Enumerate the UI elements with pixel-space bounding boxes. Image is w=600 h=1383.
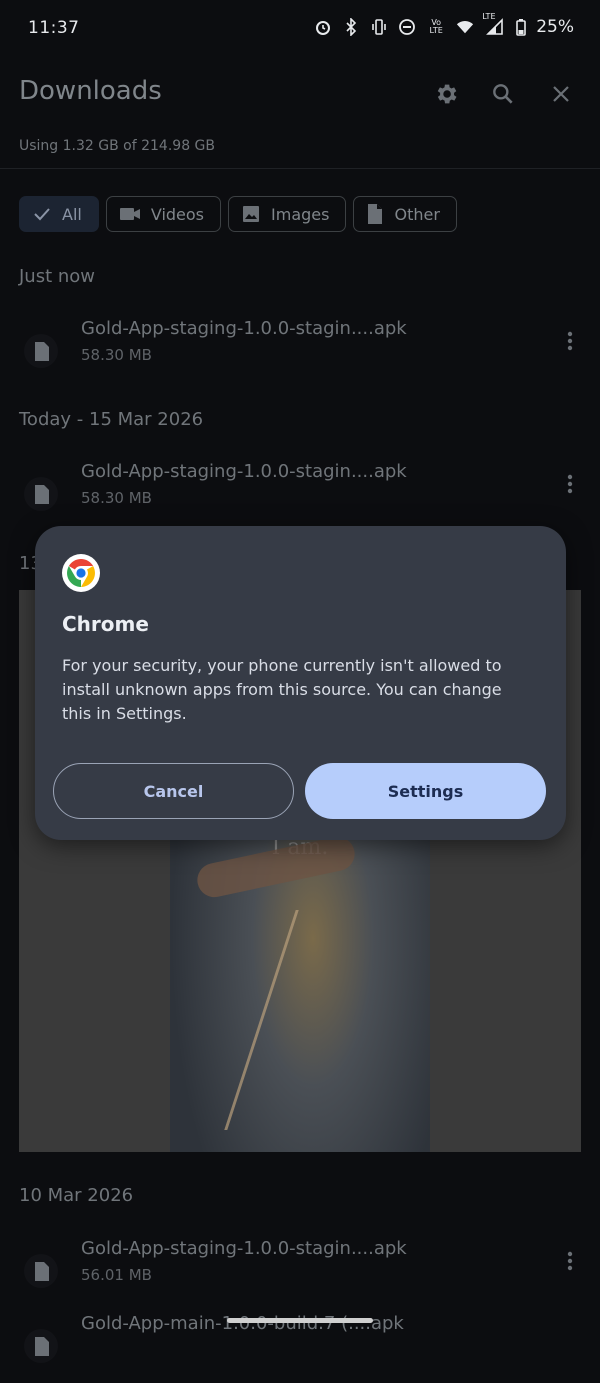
lte-signal-icon: LTE [482,12,506,36]
chip-label: Other [394,204,440,224]
status-bar: 11:37 Vo LTE LTE 25% [0,0,600,60]
file-name: Gold-App-staging-1.0.0-stagin....apk [81,1238,407,1259]
settings-icon[interactable] [430,78,462,110]
dnd-icon [398,18,416,36]
chrome-icon [62,554,100,592]
file-size: 58.30 MB [81,489,152,507]
more-vert-icon[interactable] [556,469,584,499]
home-indicator[interactable] [227,1318,373,1323]
search-icon[interactable] [487,78,519,110]
status-time: 11:37 [28,18,80,38]
file-size: 56.01 MB [81,1266,152,1284]
list-item[interactable]: Gold-App-main-1.0.0-build.7 (....apk [0,1313,600,1383]
section-heading: Just now [19,266,96,287]
file-icon [24,1254,58,1288]
check-icon [34,208,50,221]
chip-all[interactable]: All [19,196,99,232]
more-vert-icon[interactable] [556,1246,584,1276]
file-name: Gold-App-staging-1.0.0-stagin....apk [81,461,407,482]
file-icon [24,334,58,368]
chip-other[interactable]: Other [353,196,457,232]
image-icon [243,206,260,222]
list-item[interactable]: Gold-App-staging-1.0.0-stagin....apk 56.… [0,1238,600,1308]
page-title: Downloads [19,76,162,106]
preview-lightning [224,910,419,1130]
volte-icon: Vo LTE [429,18,443,35]
vibrate-icon [370,18,388,36]
file-icon [24,1329,58,1363]
dialog-message: For your security, your phone currently … [62,656,502,723]
file-icon [24,477,58,511]
cancel-button[interactable]: Cancel [53,763,294,819]
list-item[interactable]: Gold-App-staging-1.0.0-stagin....apk 58.… [0,461,600,531]
section-heading: Today - 15 Mar 2026 [19,409,204,430]
app-bar: Downloads [0,62,600,126]
chip-images[interactable]: Images [228,196,347,232]
chip-label: Images [271,204,330,224]
more-vert-icon[interactable] [556,326,584,356]
status-icons: Vo LTE LTE 25% [314,12,574,37]
video-icon [119,208,140,220]
file-name: Gold-App-staging-1.0.0-stagin....apk [81,318,407,339]
filter-chips: All Videos Images Other [19,196,457,232]
file-icon [368,204,383,224]
storage-usage: Using 1.32 GB of 214.98 GB [19,138,215,154]
battery-icon [516,18,527,36]
install-blocked-dialog: Chrome For your security, your phone cur… [35,526,566,840]
list-item[interactable]: Gold-App-staging-1.0.0-stagin....apk 58.… [0,318,600,388]
divider [0,168,600,169]
alarm-icon [314,18,332,36]
chip-videos[interactable]: Videos [105,196,222,232]
file-name: Gold-App-main-1.0.0-build.7 (....apk [81,1313,404,1334]
chip-label: Videos [150,204,205,224]
lte-label: LTE [482,12,496,21]
wifi-icon [456,18,474,36]
battery-percent: 25% [536,17,574,37]
settings-button[interactable]: Settings [305,763,546,819]
file-size: 58.30 MB [81,346,152,364]
dialog-title: Chrome [62,612,149,636]
close-icon[interactable] [545,78,577,110]
bluetooth-icon [342,18,360,36]
section-heading: 10 Mar 2026 [19,1185,134,1206]
chip-label: All [62,204,82,224]
